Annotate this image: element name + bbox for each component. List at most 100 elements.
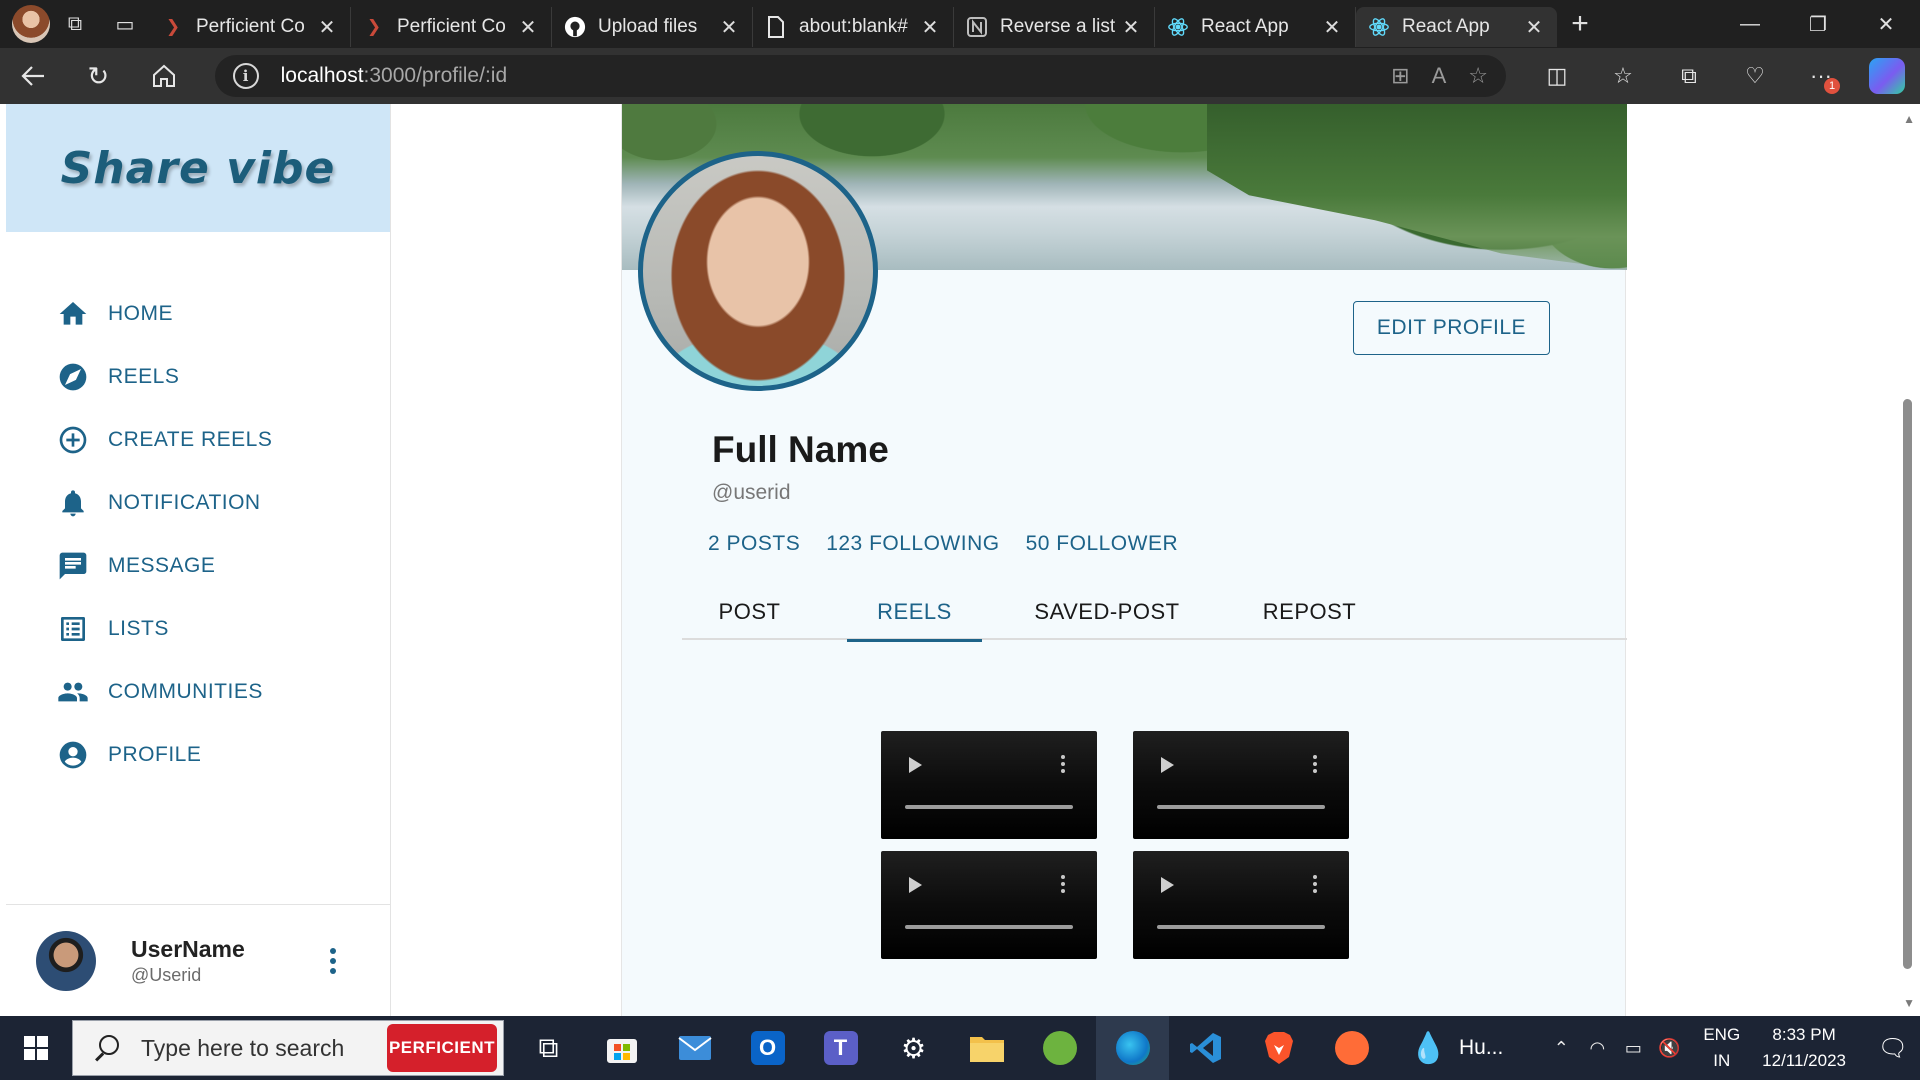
home-browser-icon[interactable] [131,48,197,104]
tab-reels[interactable]: REELS [847,584,982,642]
file-explorer-icon[interactable] [950,1016,1023,1080]
more-vertical-icon[interactable] [1313,755,1317,773]
brave-icon[interactable] [1242,1016,1315,1080]
vscode-icon[interactable] [1169,1016,1242,1080]
scroll-down-icon[interactable]: ▼ [1903,996,1915,1010]
task-view-icon[interactable]: ⧉ [512,1016,585,1080]
weather-widget[interactable]: 💧 Hu... [1410,1031,1504,1066]
notification-center-icon[interactable]: 🗨 [1866,1034,1920,1063]
stat-posts[interactable]: 2 POSTS [708,532,800,556]
edit-profile-button[interactable]: EDIT PROFILE [1353,301,1550,355]
favorite-star-icon[interactable]: ☆ [1468,63,1488,89]
split-screen-icon[interactable]: ◫ [1524,48,1590,104]
more-vertical-icon[interactable] [330,947,336,974]
close-icon[interactable]: ✕ [1321,15,1343,40]
workspaces-icon[interactable]: ⧉ [50,0,100,48]
url-text[interactable]: localhost:3000/profile/:id [281,64,508,88]
sidebar-item-home[interactable]: HOME [56,282,390,345]
favorites-icon[interactable]: ☆ [1590,48,1656,104]
video-progress-bar[interactable] [1157,925,1325,929]
close-icon[interactable]: ✕ [1120,15,1142,40]
volume-muted-icon[interactable]: 🔇 [1651,1038,1687,1059]
start-button[interactable] [0,1016,72,1080]
refresh-icon[interactable]: ↻ [66,48,132,104]
play-icon[interactable] [909,757,922,773]
scrollbar-thumb[interactable] [1903,399,1912,969]
reel-video-player[interactable] [1133,731,1349,839]
sidebar-item-create-reels[interactable]: CREATE REELS [56,408,390,471]
reel-video-player[interactable] [881,851,1097,959]
sidebar-item-communities[interactable]: COMMUNITIES [56,660,390,723]
site-info-icon[interactable]: i [232,63,259,89]
sidebar-item-profile[interactable]: PROFILE [56,723,390,786]
tab-repost[interactable]: REPOST [1242,584,1377,640]
address-bar[interactable]: i localhost:3000/profile/:id ⊞ A ☆ [214,55,1506,97]
browser-essentials-icon[interactable]: ♡ [1722,48,1788,104]
sidebar-item-notification[interactable]: NOTIFICATION [56,471,390,534]
browser-tab[interactable]: ❯ Perficient Co ✕ [351,7,552,47]
tab-actions-icon[interactable]: ▭ [100,0,150,48]
profile-avatar[interactable] [638,151,878,391]
browser-tab[interactable]: about:blank# ✕ [753,7,954,47]
chevron-up-icon[interactable]: ⌃ [1543,1038,1579,1059]
spring-tool-icon[interactable] [1023,1016,1096,1080]
taskbar-search[interactable]: Type here to search PERFICIENT [72,1020,504,1076]
tab-post[interactable]: POST [682,584,817,640]
video-progress-bar[interactable] [905,925,1073,929]
battery-icon[interactable]: ▭ [1615,1038,1651,1059]
minimize-icon[interactable]: — [1716,0,1784,48]
video-progress-bar[interactable] [905,805,1073,809]
tab-saved-post[interactable]: SAVED-POST [1012,584,1202,640]
settings-icon[interactable]: ⚙ [877,1016,950,1080]
close-icon[interactable]: ✕ [517,15,539,40]
close-window-icon[interactable]: ✕ [1852,0,1920,48]
microsoft-store-icon[interactable] [585,1016,658,1080]
copilot-icon[interactable] [1869,58,1905,94]
browser-tab[interactable]: ❯ Perficient Co ✕ [150,7,351,47]
collections-icon[interactable]: ⧉ [1656,48,1722,104]
close-icon[interactable]: ✕ [1523,15,1545,40]
avatar[interactable] [36,930,96,991]
stat-following[interactable]: 123 FOLLOWING [826,532,999,556]
restore-icon[interactable]: ❐ [1784,0,1852,48]
video-progress-bar[interactable] [1157,805,1325,809]
close-icon[interactable]: ✕ [718,15,740,40]
sidebar-item-reels[interactable]: REELS [56,345,390,408]
mail-icon[interactable] [658,1016,731,1080]
profile-tabs: POST REELS SAVED-POST REPOST [682,584,1627,642]
more-options-icon[interactable]: ··· 1 [1788,48,1854,104]
new-tab-button[interactable]: + [1557,0,1603,48]
page-scrollbar[interactable]: ▲ ▼ [1896,104,1920,1016]
browser-tab[interactable]: Reverse a list ✕ [954,7,1155,47]
edge-icon[interactable] [1096,1016,1169,1080]
back-icon[interactable] [0,48,66,104]
more-vertical-icon[interactable] [1061,755,1065,773]
browser-profile-avatar[interactable] [12,5,50,43]
more-vertical-icon[interactable] [1061,875,1065,893]
close-icon[interactable]: ✕ [919,15,941,40]
play-icon[interactable] [1161,877,1174,893]
read-aloud-icon[interactable]: A [1432,63,1447,89]
more-vertical-icon[interactable] [1313,875,1317,893]
browser-tab-active[interactable]: React App ✕ [1356,7,1557,47]
sidebar-item-lists[interactable]: LISTS [56,597,390,660]
browser-tab[interactable]: Upload files ✕ [552,7,753,47]
scroll-up-icon[interactable]: ▲ [1903,112,1915,126]
app-available-icon[interactable]: ⊞ [1391,63,1409,89]
clock[interactable]: 8:33 PM 12/11/2023 [1762,1022,1846,1074]
perficient-search-badge[interactable]: PERFICIENT [387,1024,497,1072]
wifi-icon[interactable]: ◠ [1579,1038,1615,1059]
stat-followers[interactable]: 50 FOLLOWER [1026,532,1179,556]
language-indicator[interactable]: ENG IN [1703,1022,1740,1074]
play-icon[interactable] [909,877,922,893]
play-icon[interactable] [1161,757,1174,773]
postman-icon[interactable] [1315,1016,1388,1080]
brand-logo[interactable]: Share vibe [6,104,390,232]
reel-video-player[interactable] [1133,851,1349,959]
browser-tab[interactable]: React App ✕ [1155,7,1356,47]
close-icon[interactable]: ✕ [316,15,338,40]
outlook-icon[interactable]: O [731,1016,804,1080]
sidebar-item-message[interactable]: MESSAGE [56,534,390,597]
reel-video-player[interactable] [881,731,1097,839]
teams-icon[interactable]: T [804,1016,877,1080]
